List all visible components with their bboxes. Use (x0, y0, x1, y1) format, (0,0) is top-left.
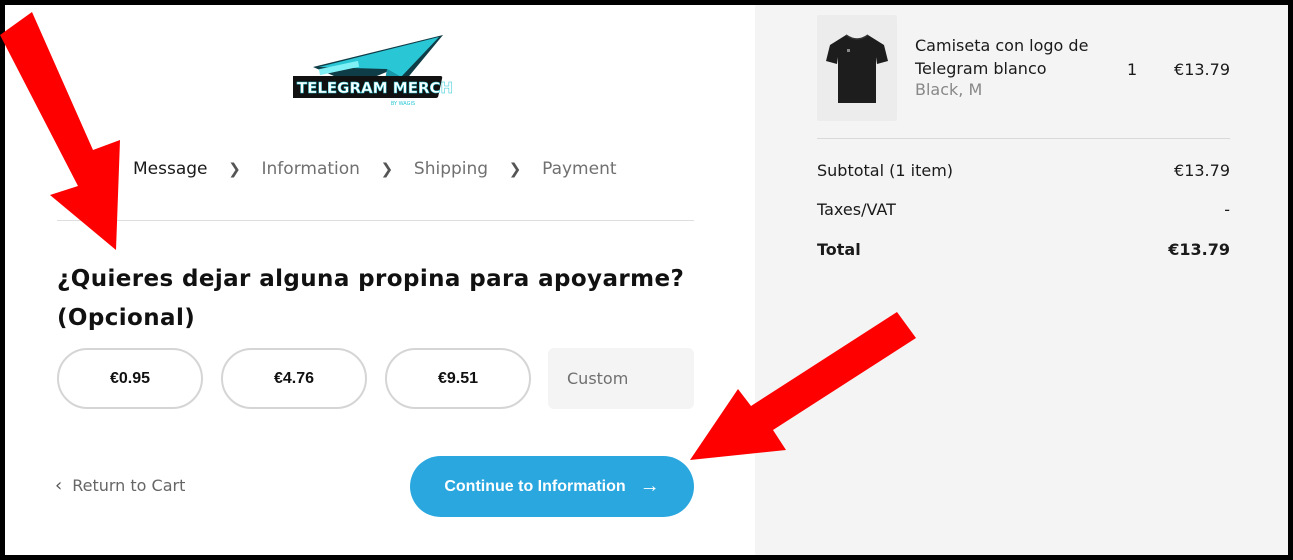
product-variant: Black, M (915, 80, 983, 99)
logo-title: TELEGRAM MERCH (297, 79, 453, 97)
product-thumbnail (817, 15, 897, 121)
telegram-merch-logo[interactable]: TELEGRAM MERCH BY WAGIS (293, 27, 459, 111)
chevron-right-icon: ❯ (508, 160, 522, 178)
subtotal-value: €13.79 (1174, 161, 1230, 180)
product-quantity: 1 (1127, 60, 1138, 79)
tip-option-button[interactable]: €0.95 (57, 348, 203, 409)
taxes-label: Taxes/VAT (817, 200, 896, 219)
summary-divider (817, 138, 1230, 139)
total-value: €13.79 (1168, 240, 1230, 259)
taxes-row: Taxes/VAT - (817, 200, 1230, 219)
breadcrumb-information[interactable]: Information (262, 159, 360, 179)
custom-tip-input[interactable] (548, 348, 694, 409)
return-to-cart-label: Return to Cart (72, 476, 186, 495)
chevron-right-icon: ❯ (380, 160, 394, 178)
product-price: €13.79 (1174, 60, 1230, 79)
tip-option-button[interactable]: €9.51 (385, 348, 531, 409)
subtotal-row: Subtotal (1 item) €13.79 (817, 161, 1230, 180)
tip-option-button[interactable]: €4.76 (221, 348, 367, 409)
taxes-value: - (1224, 200, 1230, 219)
tshirt-icon (826, 34, 888, 103)
logo-subtitle: BY WAGIS (391, 101, 415, 107)
breadcrumb-shipping[interactable]: Shipping (414, 159, 488, 179)
checkout-main: TELEGRAM MERCH BY WAGIS Message ❯ Inform… (5, 5, 755, 555)
breadcrumb: Message ❯ Information ❯ Shipping ❯ Payme… (133, 159, 617, 179)
return-to-cart-link[interactable]: ‹ Return to Cart (55, 475, 185, 496)
subtotal-label: Subtotal (1 item) (817, 161, 954, 180)
order-summary: Camiseta con logo de Telegram blanco Bla… (755, 5, 1288, 555)
tip-heading: ¿Quieres dejar alguna propina para apoya… (57, 266, 685, 331)
breadcrumb-message: Message (133, 159, 208, 179)
section-divider (57, 220, 694, 221)
chevron-left-icon: ‹ (55, 475, 63, 496)
product-name: Camiseta con logo de Telegram blanco (915, 36, 1089, 78)
arrow-right-icon: → (639, 475, 660, 497)
chevron-right-icon: ❯ (228, 160, 241, 178)
breadcrumb-payment[interactable]: Payment (542, 159, 616, 179)
continue-to-information-button[interactable]: Continue to Information → (410, 456, 694, 517)
total-row: Total €13.79 (817, 240, 1230, 259)
total-label: Total (817, 240, 861, 259)
checkout-page: TELEGRAM MERCH BY WAGIS Message ❯ Inform… (5, 5, 1288, 555)
continue-label: Continue to Information (444, 477, 626, 495)
